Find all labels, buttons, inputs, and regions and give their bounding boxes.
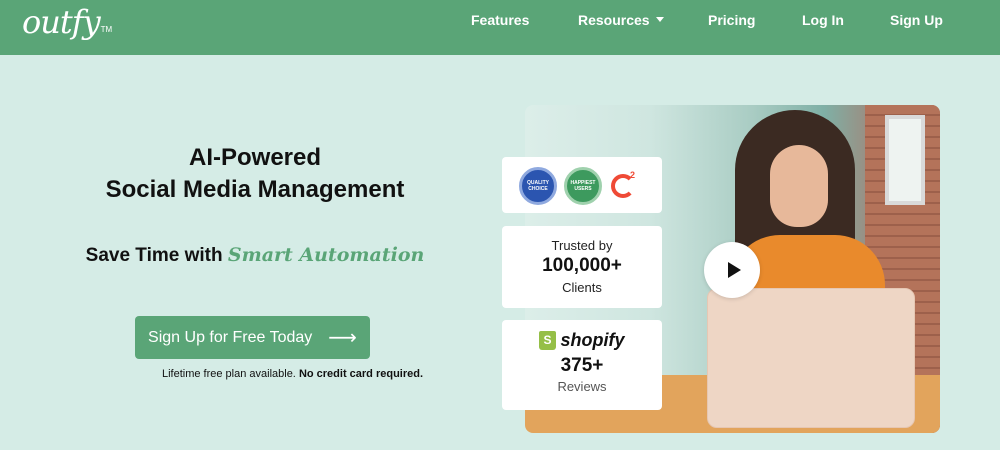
happy-badge-line2: USERS <box>574 186 592 192</box>
clients-label: Clients <box>562 280 602 295</box>
shopify-wordmark: shopify <box>560 330 625 350</box>
logo-text: outfy <box>22 3 101 41</box>
signup-free-button[interactable]: Sign Up for Free Today ⟶ <box>135 316 370 359</box>
video-laptop <box>707 288 915 428</box>
hero-title-line2: Social Media Management <box>105 176 405 203</box>
play-icon <box>727 262 741 278</box>
quality-badge-line2: CHOICE <box>528 186 548 192</box>
header-navbar: outfyTM Features Resources Pricing Log I… <box>0 0 1000 55</box>
signup-free-label: Sign Up for Free Today <box>148 328 313 346</box>
reviews-label: Reviews <box>557 379 607 394</box>
video-person-face <box>770 145 828 227</box>
play-button[interactable] <box>704 242 760 298</box>
nav-signup[interactable]: Sign Up <box>890 11 943 29</box>
reviews-count: 375+ <box>560 355 604 376</box>
awards-card: QUALITY CHOICE HAPPIEST USERS 2 <box>502 157 662 213</box>
fine-print-text: Lifetime free plan available. <box>161 368 296 380</box>
outfy-logo[interactable]: outfyTM <box>22 2 113 42</box>
trusted-card: Trusted by 100,000+ Clients <box>502 226 662 308</box>
awards-badge-row: QUALITY CHOICE HAPPIEST USERS 2 <box>502 157 662 205</box>
quality-choice-badge: QUALITY CHOICE <box>519 167 557 205</box>
nav-resources-label: Resources <box>578 12 650 28</box>
nav-login[interactable]: Log In <box>802 11 844 29</box>
hero-subtitle-accent: Smart Automation <box>227 244 425 266</box>
logo-trademark: TM <box>100 25 113 34</box>
arrow-right-icon: ⟶ <box>328 326 357 349</box>
shopify-logo: shopify <box>502 320 662 351</box>
nav-resources[interactable]: Resources <box>578 11 664 29</box>
hero-subtitle-prefix: Save Time with <box>85 245 223 266</box>
shopify-reviews-card: shopify 375+ Reviews <box>502 320 662 410</box>
hero-subtitle: Save Time with Smart Automation <box>40 244 470 267</box>
clients-count: 100,000+ <box>542 255 622 276</box>
shopify-bag-icon <box>539 331 557 350</box>
trusted-by-label: Trusted by <box>551 238 613 253</box>
video-window <box>885 115 925 205</box>
chevron-down-icon <box>655 16 664 22</box>
g2-superscript: 2 <box>629 170 635 180</box>
nav-pricing[interactable]: Pricing <box>708 11 755 29</box>
g2-logo-icon: 2 <box>609 170 637 200</box>
fine-print: Lifetime free plan available. No credit … <box>40 368 545 380</box>
fine-print-bold: No credit card required. <box>298 368 424 380</box>
hero-title-line1: AI-Powered <box>188 144 322 171</box>
happiest-users-badge: HAPPIEST USERS <box>564 167 602 205</box>
nav-features[interactable]: Features <box>471 11 529 29</box>
